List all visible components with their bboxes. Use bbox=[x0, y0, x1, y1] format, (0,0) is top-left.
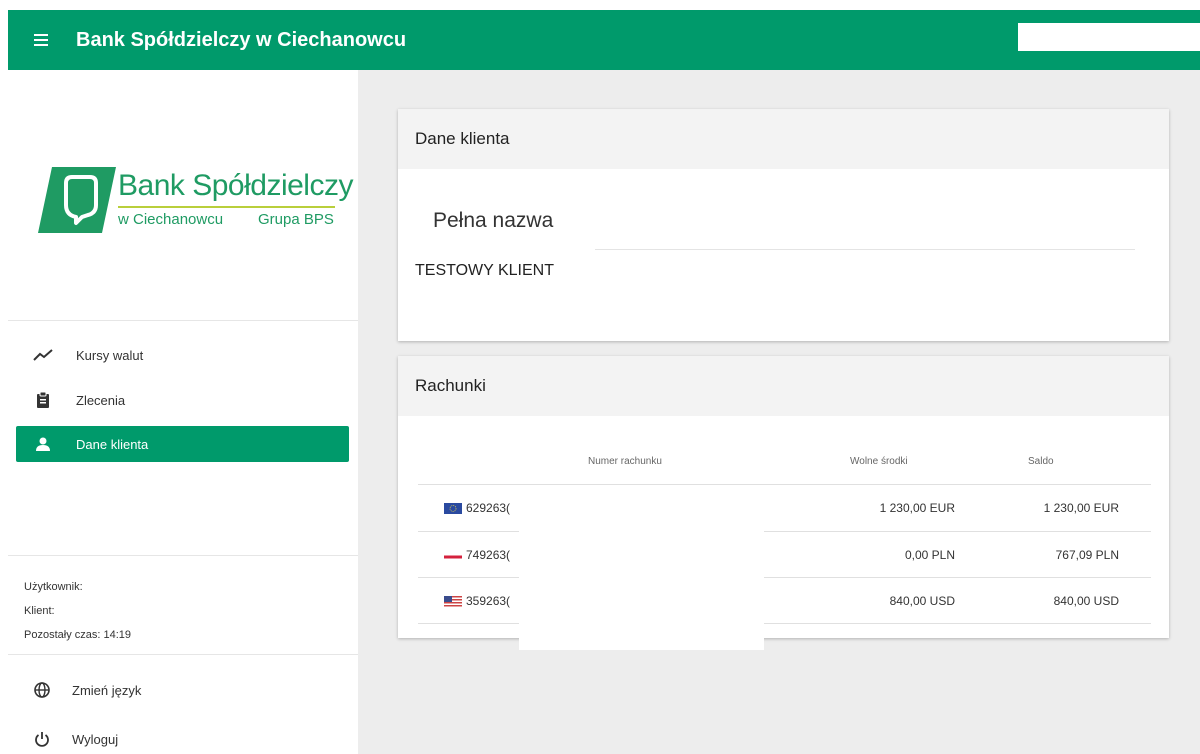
field-underline bbox=[595, 249, 1135, 250]
bank-logo-icon bbox=[38, 167, 116, 233]
column-header-available-funds: Wolne środki bbox=[850, 456, 908, 467]
client-card-title: Dane klienta bbox=[398, 109, 1169, 169]
clipboard-icon bbox=[32, 389, 54, 411]
client-card: Dane klienta Pełna nazwa TESTOWY KLIENT bbox=[398, 109, 1169, 341]
logo-text: Bank Spółdzielczy bbox=[118, 169, 353, 202]
logo-divider bbox=[118, 206, 335, 208]
us-flag-icon bbox=[444, 595, 462, 607]
sidebar-item-kursy-walut[interactable]: Kursy walut bbox=[16, 337, 349, 373]
sidebar-item-label: Dane klienta bbox=[76, 436, 149, 452]
top-bar: Bank Spółdzielczy w Ciechanowcu bbox=[8, 10, 1200, 70]
change-language-label: Zmień język bbox=[72, 682, 142, 698]
account-number: 749263( bbox=[466, 548, 511, 562]
search-input[interactable] bbox=[1018, 23, 1200, 51]
sidebar: Bank Spółdzielczy w Ciechanowcu Grupa BP… bbox=[8, 70, 358, 754]
change-language-button[interactable]: Zmień język bbox=[32, 676, 141, 704]
account-number-cell: 629263( bbox=[444, 501, 510, 515]
balance-cell: 767,09 PLN bbox=[1055, 548, 1119, 562]
user-label: Użytkownik: bbox=[24, 581, 83, 593]
logo-location: w Ciechanowcu bbox=[118, 211, 224, 228]
available-funds-cell: 0,00 PLN bbox=[904, 548, 955, 562]
session-info: Użytkownik: Klient: Pozostały czas: 14:1… bbox=[24, 575, 131, 647]
accounts-card-title: Rachunki bbox=[398, 356, 1169, 416]
sidebar-item-zlecenia[interactable]: Zlecenia bbox=[16, 382, 349, 418]
available-funds-cell: 1 230,00 EUR bbox=[879, 501, 955, 515]
bank-logo: Bank Spółdzielczy w Ciechanowcu Grupa BP… bbox=[38, 165, 353, 245]
logout-button[interactable]: Wyloguj bbox=[32, 725, 118, 753]
account-number: 629263( bbox=[466, 501, 511, 515]
eu-flag-icon bbox=[444, 502, 462, 514]
full-name-value: TESTOWY KLIENT bbox=[415, 262, 554, 279]
balance-cell: 840,00 USD bbox=[1053, 594, 1119, 608]
balance-cell: 1 230,00 EUR bbox=[1043, 501, 1119, 515]
trending-up-icon bbox=[32, 344, 54, 366]
menu-icon[interactable] bbox=[34, 29, 56, 51]
account-number-cell: 749263( bbox=[444, 548, 510, 562]
column-header-balance: Saldo bbox=[1028, 456, 1054, 467]
logout-label: Wyloguj bbox=[72, 731, 119, 747]
full-name-label: Pełna nazwa bbox=[433, 209, 554, 232]
accounts-card: Rachunki Numer rachunku Wolne środki Sal… bbox=[398, 356, 1169, 638]
account-number: 359263( bbox=[466, 594, 511, 608]
sidebar-item-label: Kursy walut bbox=[76, 347, 144, 363]
person-icon bbox=[32, 433, 54, 455]
client-label: Klient: bbox=[24, 605, 55, 617]
logo-group: Grupa BPS bbox=[258, 211, 334, 228]
globe-icon bbox=[32, 680, 52, 700]
divider bbox=[8, 555, 358, 556]
divider bbox=[8, 320, 358, 321]
main-content: Dane klienta Pełna nazwa TESTOWY KLIENT … bbox=[358, 70, 1200, 754]
column-header-account-number: Numer rachunku bbox=[588, 456, 662, 467]
power-icon bbox=[32, 729, 52, 749]
sidebar-item-label: Zlecenia bbox=[76, 392, 126, 408]
divider bbox=[8, 654, 358, 655]
sidebar-item-dane-klienta[interactable]: Dane klienta bbox=[16, 426, 349, 462]
available-funds-cell: 840,00 USD bbox=[889, 594, 955, 608]
app-title: Bank Spółdzielczy w Ciechanowcu bbox=[76, 28, 407, 51]
pl-flag-icon bbox=[444, 549, 462, 561]
account-number-cell: 359263( bbox=[444, 594, 510, 608]
redaction-mask bbox=[519, 502, 764, 650]
session-timer: Pozostały czas: 14:19 bbox=[24, 629, 132, 641]
